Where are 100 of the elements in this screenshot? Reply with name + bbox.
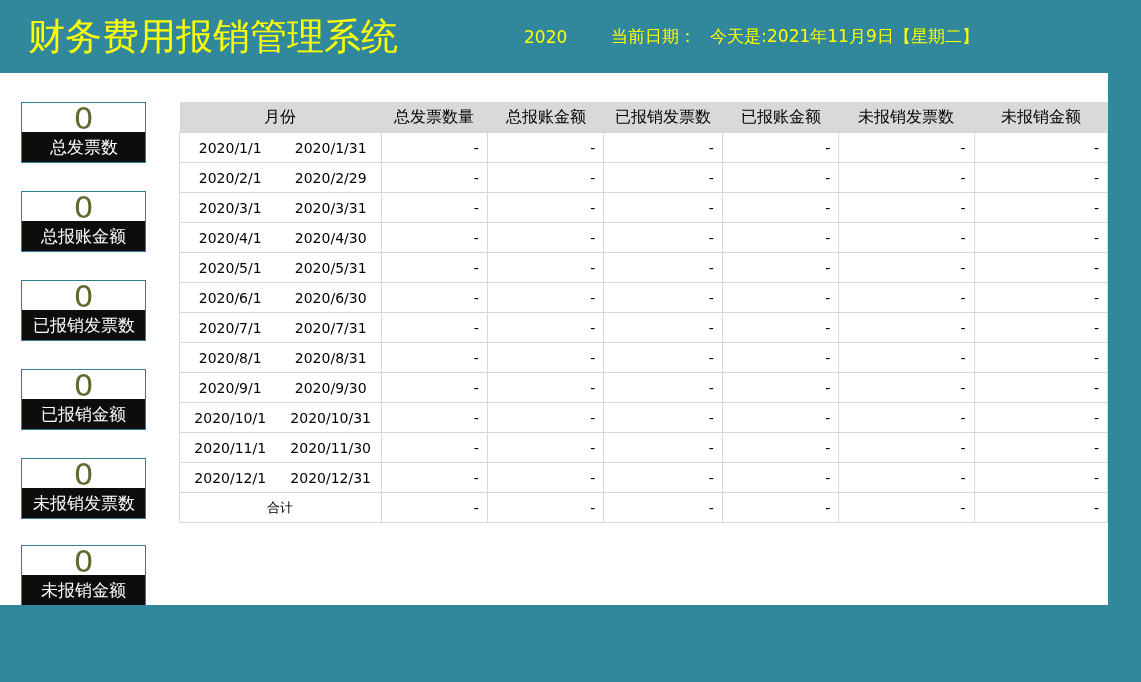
table-cell: - bbox=[487, 432, 604, 463]
table-cell: 2020/2/1 bbox=[179, 162, 281, 193]
column-header: 月份 bbox=[179, 102, 382, 133]
table-cell: - bbox=[974, 402, 1108, 433]
table-cell: - bbox=[722, 222, 839, 253]
table-cell: - bbox=[974, 282, 1108, 313]
date-text: 今天是:2021年11月9日【星期二】 bbox=[710, 25, 979, 48]
table-cell: - bbox=[974, 432, 1108, 463]
table-cell: 2020/6/30 bbox=[280, 282, 382, 313]
table-cell: - bbox=[603, 402, 723, 433]
table-cell: - bbox=[974, 492, 1108, 523]
table-cell: - bbox=[974, 192, 1108, 223]
table-cell: 2020/3/1 bbox=[179, 192, 281, 223]
app-title: 财务费用报销管理系统 bbox=[28, 13, 398, 60]
table-cell: 2020/9/30 bbox=[280, 372, 382, 403]
table-cell: 合计 bbox=[179, 492, 382, 523]
table-cell: 2020/5/1 bbox=[179, 252, 281, 283]
table-cell: - bbox=[603, 252, 723, 283]
table-cell: - bbox=[381, 252, 488, 283]
table-cell: - bbox=[722, 312, 839, 343]
stat-value: 0 bbox=[72, 546, 95, 575]
table-cell: 2020/10/31 bbox=[280, 402, 382, 433]
year-text: 2020 bbox=[524, 26, 568, 47]
table-cell: - bbox=[381, 402, 488, 433]
table-cell: - bbox=[722, 372, 839, 403]
table-cell: - bbox=[974, 312, 1108, 343]
table-cell: - bbox=[603, 342, 723, 373]
table-cell: 2020/8/31 bbox=[280, 342, 382, 373]
table-cell: 2020/4/1 bbox=[179, 222, 281, 253]
table-cell: - bbox=[838, 282, 974, 313]
stat-value: 0 bbox=[72, 192, 95, 221]
table-cell: - bbox=[838, 402, 974, 433]
table-cell: - bbox=[974, 252, 1108, 283]
table-cell: - bbox=[974, 222, 1108, 253]
table-cell: - bbox=[487, 342, 604, 373]
column-header: 总发票数量 bbox=[381, 102, 488, 133]
table-cell: - bbox=[487, 162, 604, 193]
table-cell: - bbox=[838, 252, 974, 283]
table-cell: - bbox=[838, 492, 974, 523]
table-cell: - bbox=[722, 492, 839, 523]
table-cell: 2020/11/1 bbox=[179, 432, 281, 463]
table-cell: - bbox=[722, 432, 839, 463]
table-cell: 2020/12/31 bbox=[280, 462, 382, 493]
table-cell: - bbox=[381, 312, 488, 343]
table-cell: - bbox=[381, 492, 488, 523]
table-cell: 2020/5/31 bbox=[280, 252, 382, 283]
table-cell: 2020/8/1 bbox=[179, 342, 281, 373]
table-cell: - bbox=[722, 192, 839, 223]
table-cell: - bbox=[381, 342, 488, 373]
table-cell: - bbox=[838, 372, 974, 403]
table-cell: 2020/6/1 bbox=[179, 282, 281, 313]
stat-value: 0 bbox=[72, 370, 95, 399]
table-cell: - bbox=[838, 162, 974, 193]
table-cell: - bbox=[381, 462, 488, 493]
table-cell: - bbox=[381, 162, 488, 193]
table-cell: - bbox=[722, 342, 839, 373]
table-cell: - bbox=[974, 132, 1108, 163]
table-cell: - bbox=[487, 492, 604, 523]
table-cell: - bbox=[974, 342, 1108, 373]
table-cell: - bbox=[838, 132, 974, 163]
table-cell: - bbox=[381, 432, 488, 463]
table-cell: - bbox=[974, 372, 1108, 403]
table-cell: - bbox=[381, 222, 488, 253]
table-cell: - bbox=[381, 192, 488, 223]
table-cell: - bbox=[381, 282, 488, 313]
table-cell: - bbox=[722, 162, 839, 193]
table-cell: - bbox=[603, 282, 723, 313]
table-cell: - bbox=[487, 312, 604, 343]
table-cell: - bbox=[722, 282, 839, 313]
table-cell: 2020/4/30 bbox=[280, 222, 382, 253]
table-cell: - bbox=[381, 372, 488, 403]
stat-value: 0 bbox=[72, 459, 95, 488]
table-cell: - bbox=[603, 312, 723, 343]
table-cell: 2020/7/31 bbox=[280, 312, 382, 343]
table-cell: 2020/1/31 bbox=[280, 132, 382, 163]
table-cell: - bbox=[838, 192, 974, 223]
table-cell: - bbox=[722, 402, 839, 433]
stat-label: 已报销发票数 bbox=[22, 310, 145, 340]
table-cell: - bbox=[487, 462, 604, 493]
table-cell: - bbox=[722, 252, 839, 283]
table-cell: 2020/10/1 bbox=[179, 402, 281, 433]
table-cell: - bbox=[722, 462, 839, 493]
table-cell: - bbox=[722, 132, 839, 163]
stat-value: 0 bbox=[72, 103, 95, 132]
table-cell: 2020/3/31 bbox=[280, 192, 382, 223]
table-cell: - bbox=[487, 402, 604, 433]
stat-value: 0 bbox=[72, 281, 95, 310]
table-cell: - bbox=[838, 312, 974, 343]
table-cell: - bbox=[381, 132, 488, 163]
column-header: 已报销发票数 bbox=[603, 102, 723, 133]
table-cell: 2020/1/1 bbox=[179, 132, 281, 163]
table-cell: - bbox=[603, 132, 723, 163]
stat-label: 未报销金额 bbox=[22, 575, 145, 605]
table-cell: - bbox=[487, 372, 604, 403]
stat-label: 总报账金额 bbox=[22, 221, 145, 251]
table-cell: 2020/9/1 bbox=[179, 372, 281, 403]
column-header: 已报账金额 bbox=[722, 102, 839, 133]
stat-label: 未报销发票数 bbox=[22, 488, 145, 518]
stat-label: 总发票数 bbox=[22, 132, 145, 162]
table-cell: - bbox=[838, 222, 974, 253]
